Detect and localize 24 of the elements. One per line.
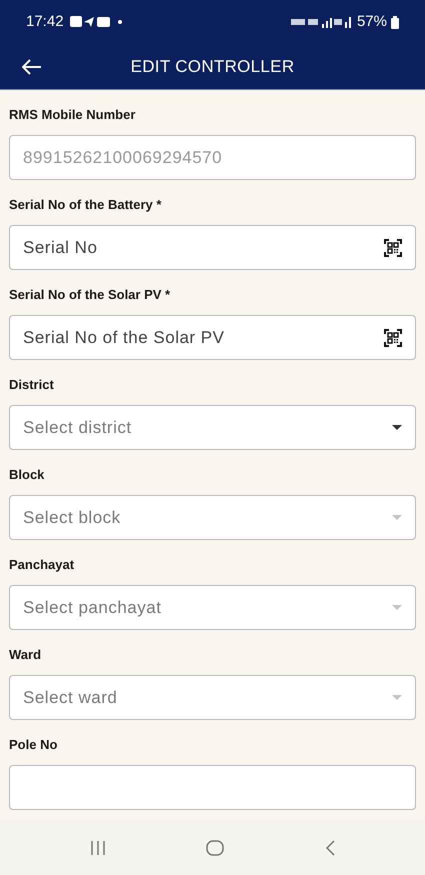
input-field[interactable] bbox=[9, 765, 416, 810]
status-time: 17:42 bbox=[26, 12, 64, 32]
status-notification-icons bbox=[70, 16, 124, 28]
qr-scan-icon[interactable] bbox=[384, 238, 402, 256]
battery-icon bbox=[391, 16, 399, 28]
field-label: Serial No of the Solar PV * bbox=[8, 286, 172, 304]
battery-percent: 57% bbox=[356, 12, 387, 32]
signal-icon bbox=[290, 16, 353, 28]
dropdown-field[interactable]: Select district bbox=[9, 405, 416, 450]
field-label: RMS Mobile Number bbox=[8, 106, 136, 124]
field-label: District bbox=[8, 376, 55, 394]
back-icon[interactable] bbox=[324, 840, 335, 856]
qr-scan-icon[interactable] bbox=[384, 328, 402, 346]
input-field[interactable]: Serial No of the Solar PV bbox=[9, 315, 416, 360]
home-icon[interactable] bbox=[206, 840, 224, 856]
field-label: Serial No of the Battery * bbox=[8, 196, 162, 214]
screen-title: EDIT CONTROLLER bbox=[130, 56, 294, 78]
field-label: Pole No bbox=[8, 736, 58, 754]
back-arrow-icon[interactable] bbox=[22, 58, 42, 74]
field-label: Ward bbox=[8, 646, 42, 664]
input-field[interactable]: Serial No bbox=[9, 225, 416, 270]
recent-apps-icon[interactable] bbox=[90, 840, 106, 856]
field-label: Panchayat bbox=[8, 556, 76, 574]
field-label: Block bbox=[8, 466, 46, 484]
